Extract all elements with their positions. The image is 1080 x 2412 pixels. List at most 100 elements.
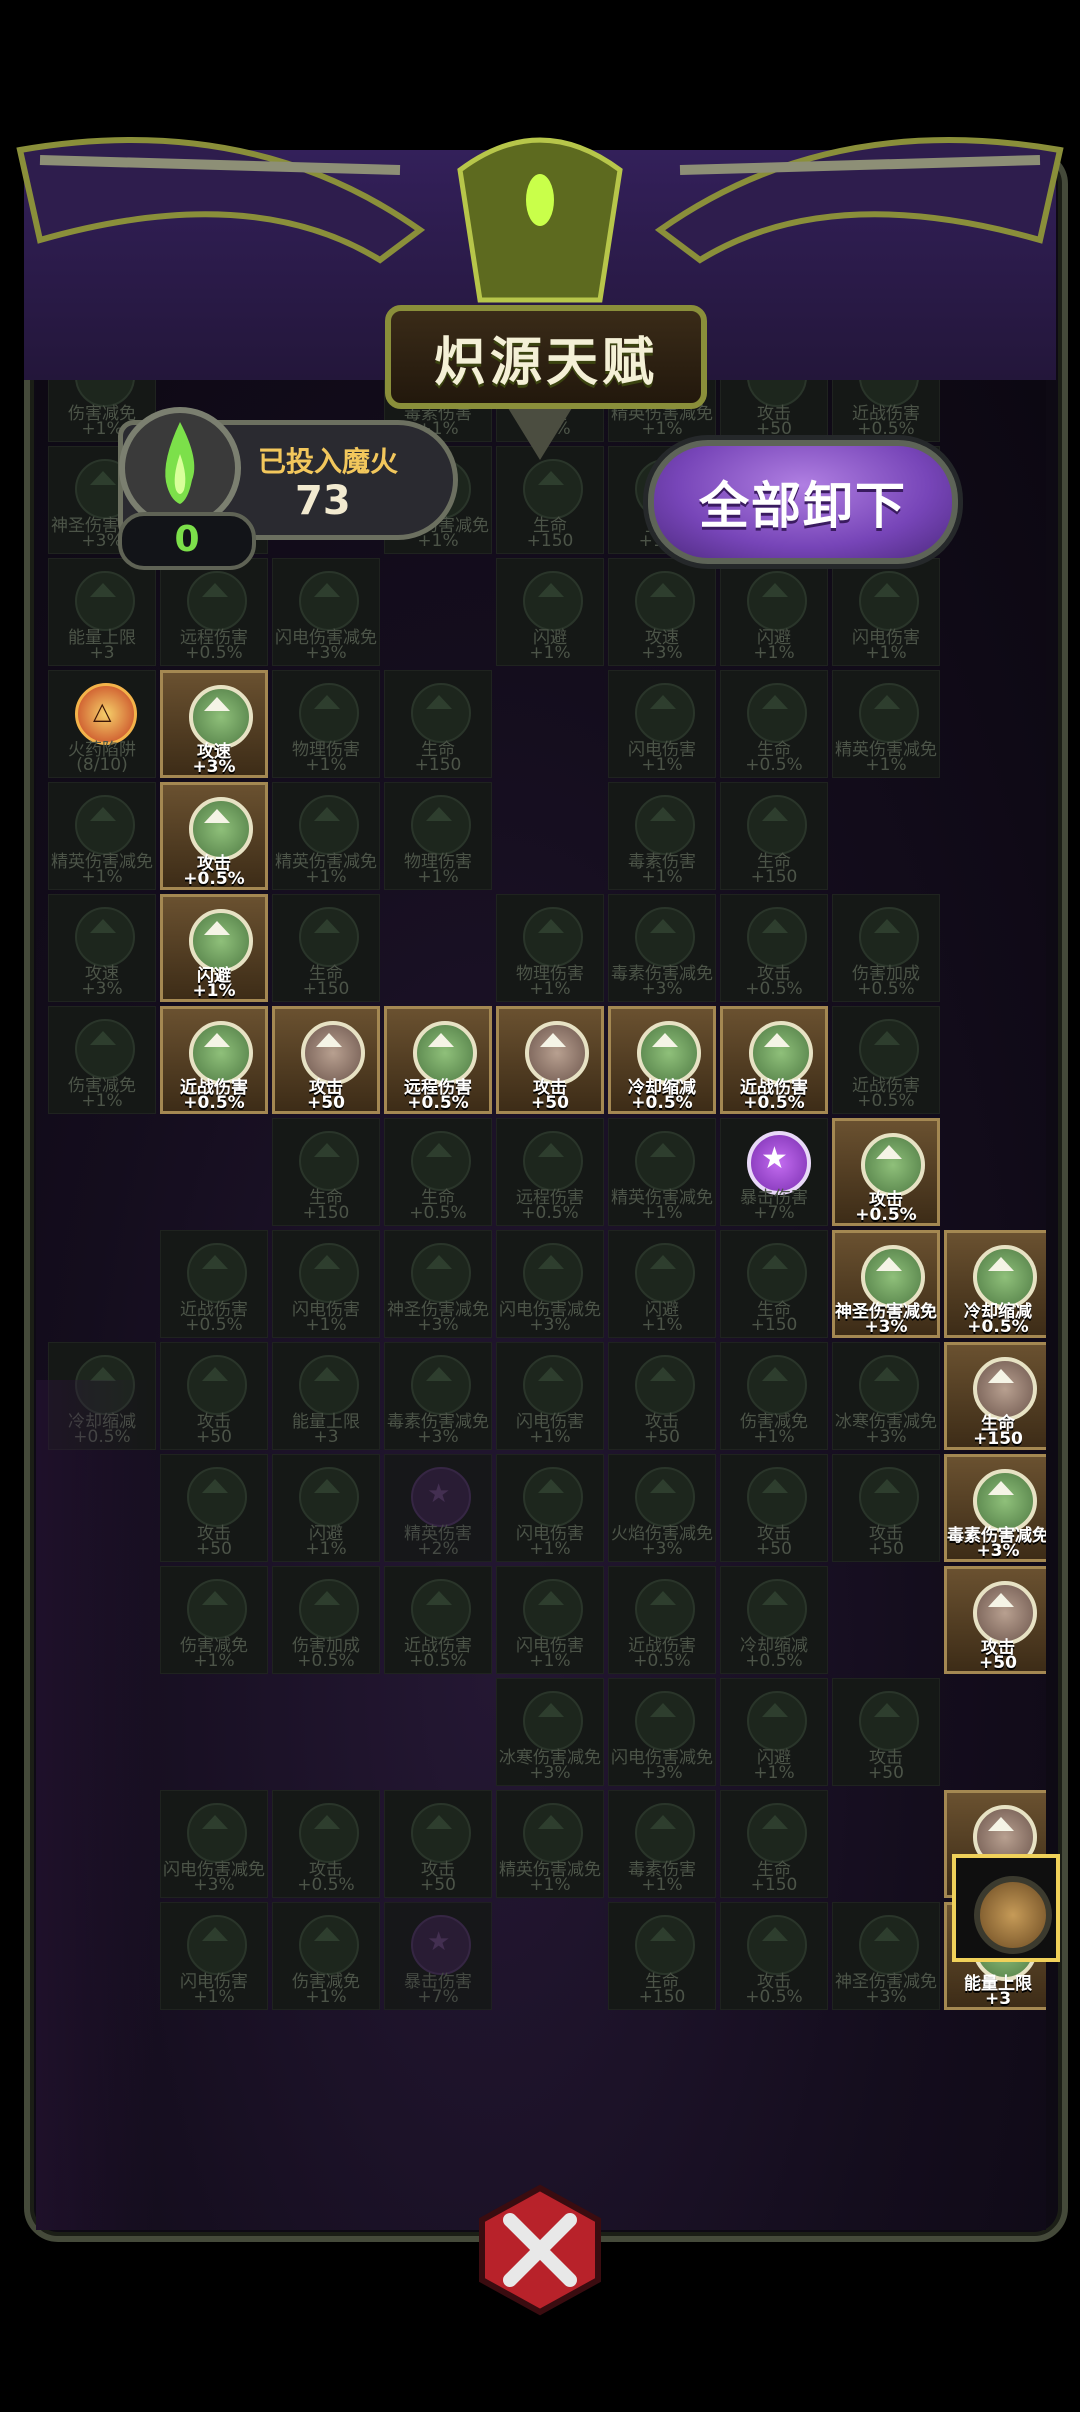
talent-node[interactable]: 远程伤害 +0.5% <box>160 558 268 666</box>
talent-node[interactable]: 闪避 +1% <box>272 1454 380 1562</box>
talent-node[interactable]: 闪避 +1% <box>496 558 604 666</box>
unequip-all-button[interactable]: 全部卸下 <box>648 440 958 564</box>
talent-node-emblem <box>635 1579 695 1639</box>
talent-node[interactable]: 攻击+50 <box>944 1566 1046 1674</box>
talent-node[interactable]: 攻速+3% <box>160 670 268 778</box>
talent-node[interactable]: 伤害减免+1% <box>48 1006 156 1114</box>
talent-node[interactable]: 攻击+50 <box>832 1678 940 1786</box>
talent-node[interactable]: 攻击 +0.5% <box>160 782 268 890</box>
talent-node[interactable]: 闪电伤害 +1% <box>160 1902 268 2010</box>
talent-node[interactable]: 闪避 +1% <box>720 1678 828 1786</box>
talent-node[interactable]: 闪电伤害 +1% <box>608 670 716 778</box>
talent-node[interactable]: 生命+150 <box>272 1118 380 1226</box>
talent-node[interactable]: 远程伤害 +0.5% <box>384 1006 492 1114</box>
talent-node[interactable]: 闪电伤害 +1% <box>496 1454 604 1562</box>
talent-node[interactable]: 攻击+50 <box>160 1342 268 1450</box>
talent-node[interactable]: 能量上限 +3 <box>48 558 156 666</box>
talent-node[interactable]: 生命+150 <box>496 446 604 554</box>
talent-node[interactable]: 冷却缩减+0.5% <box>608 1006 716 1114</box>
talent-node[interactable]: 闪电伤害减免+3% <box>160 1790 268 1898</box>
talent-node[interactable]: 生命+150 <box>944 1342 1046 1450</box>
talent-node[interactable]: 冰寒伤害减免 +3% <box>832 1342 940 1450</box>
talent-node[interactable]: 攻击 +0.5% <box>720 894 828 1002</box>
talent-node[interactable]: 生命+150 <box>384 670 492 778</box>
talent-node[interactable]: 闪电伤害 +1% <box>272 1230 380 1338</box>
talent-node[interactable]: 伤害减免+1% <box>160 1566 268 1674</box>
talent-node[interactable]: 近战伤害 +0.5% <box>384 1566 492 1674</box>
talent-node[interactable]: 物理伤害+1% <box>496 894 604 1002</box>
talent-node-value: +1% <box>81 1091 123 1111</box>
talent-node[interactable]: 闪电伤害 +1% <box>496 1342 604 1450</box>
talent-node-value: +1% <box>81 867 123 887</box>
close-icon[interactable] <box>470 2180 610 2320</box>
talent-node[interactable]: 毒素伤害 +1% <box>608 782 716 890</box>
talent-node[interactable]: 攻速+3% <box>48 894 156 1002</box>
talent-node[interactable]: 远程伤害 +0.5% <box>496 1118 604 1226</box>
talent-node-emblem <box>299 683 359 743</box>
talent-node[interactable]: 闪电伤害减免+3% <box>496 1230 604 1338</box>
talent-node[interactable]: 生命 +0.5% <box>720 670 828 778</box>
talent-node[interactable]: 攻击+50 <box>496 1006 604 1114</box>
talent-node[interactable]: 火焰伤害减免 +3% <box>608 1454 716 1562</box>
talent-node[interactable]: 闪电伤害减免+3% <box>608 1678 716 1786</box>
talent-node[interactable]: 伤害加成 +0.5% <box>272 1566 380 1674</box>
talent-node[interactable]: △ 火药陷阱 (8/10) <box>48 670 156 778</box>
talent-node[interactable]: 闪电伤害 +1% <box>496 1566 604 1674</box>
upgrade-arrow-icon <box>988 1369 1014 1383</box>
selection-cursor[interactable] <box>952 1854 1060 1962</box>
talent-node[interactable]: 生命 +0.5% <box>384 1118 492 1226</box>
talent-node[interactable]: 攻击 +0.5% <box>272 1790 380 1898</box>
talent-node[interactable]: 精英伤害减免 +1% <box>496 1790 604 1898</box>
talent-node[interactable]: ★ 暴击伤害 +7% <box>384 1902 492 2010</box>
talent-node[interactable]: 生命+150 <box>608 1902 716 2010</box>
talent-node[interactable]: 闪电伤害减免+3% <box>272 558 380 666</box>
talent-node[interactable]: 攻击 +0.5% <box>832 1118 940 1226</box>
talent-node[interactable]: 闪避 +1% <box>720 558 828 666</box>
talent-node[interactable]: 闪避 +1% <box>160 894 268 1002</box>
talent-node[interactable]: 物理伤害+1% <box>272 670 380 778</box>
talent-node[interactable]: 生命+150 <box>720 1790 828 1898</box>
talent-node[interactable]: 近战伤害 +0.5% <box>832 1006 940 1114</box>
talent-node[interactable]: 精英伤害减免 +1% <box>608 1118 716 1226</box>
talent-node[interactable]: 精英伤害减免 +1% <box>48 782 156 890</box>
talent-node[interactable]: 近战伤害 +0.5% <box>608 1566 716 1674</box>
talent-node[interactable]: 神圣伤害减免 +3% <box>832 1902 940 2010</box>
talent-node[interactable]: 能量上限 +3 <box>272 1342 380 1450</box>
talent-node[interactable]: 神圣伤害减免 +3% <box>384 1230 492 1338</box>
talent-node[interactable]: 冷却缩减+0.5% <box>720 1566 828 1674</box>
talent-node[interactable]: 毒素伤害减免 +3% <box>384 1342 492 1450</box>
talent-node[interactable]: ★ 精英伤害 +2% <box>384 1454 492 1562</box>
talent-grid[interactable]: 伤害减免+1%毒素伤害+1%攻速+3%精英伤害减免+1%攻击+50近战伤害+0.… <box>36 380 1046 2230</box>
talent-node[interactable]: ★ 暴击伤害 +7% <box>720 1118 828 1226</box>
talent-node[interactable]: 生命+150 <box>720 782 828 890</box>
talent-node[interactable]: 攻击 +0.5% <box>720 1902 828 2010</box>
talent-node[interactable]: 伤害减免+1% <box>272 1902 380 2010</box>
talent-node[interactable]: 伤害加成 +0.5% <box>832 894 940 1002</box>
talent-node[interactable]: 攻速+3% <box>608 558 716 666</box>
talent-node[interactable]: 毒素伤害减免 +3% <box>608 894 716 1002</box>
talent-node[interactable]: 闪避 +1% <box>608 1230 716 1338</box>
talent-node[interactable]: 近战伤害 +0.5% <box>160 1230 268 1338</box>
talent-node[interactable]: 精英伤害减免 +1% <box>832 670 940 778</box>
talent-node[interactable]: 精英伤害减免 +1% <box>272 782 380 890</box>
talent-node[interactable]: 近战伤害 +0.5% <box>160 1006 268 1114</box>
talent-node[interactable]: 生命+150 <box>272 894 380 1002</box>
talent-node[interactable]: 攻击+50 <box>720 1454 828 1562</box>
talent-node[interactable]: 攻击+50 <box>272 1006 380 1114</box>
talent-node[interactable]: 近战伤害 +0.5% <box>720 1006 828 1114</box>
talent-node[interactable]: 攻击+50 <box>160 1454 268 1562</box>
talent-node[interactable]: 伤害减免+1% <box>720 1342 828 1450</box>
upgrade-arrow-icon <box>204 809 230 823</box>
talent-node[interactable]: 毒素伤害 +1% <box>608 1790 716 1898</box>
talent-node[interactable]: 攻击+50 <box>608 1342 716 1450</box>
talent-node[interactable]: 物理伤害+1% <box>384 782 492 890</box>
talent-node[interactable]: 冷却缩减+0.5% <box>944 1230 1046 1338</box>
talent-node[interactable]: 攻击+50 <box>832 1454 940 1562</box>
talent-node[interactable]: 冰寒伤害减免 +3% <box>496 1678 604 1786</box>
talent-node[interactable]: 攻击+50 <box>384 1790 492 1898</box>
talent-node[interactable]: 生命+150 <box>720 1230 828 1338</box>
upgrade-arrow-icon <box>650 919 676 933</box>
talent-node[interactable]: 闪电伤害 +1% <box>832 558 940 666</box>
talent-node[interactable]: 神圣伤害减免 +3% <box>832 1230 940 1338</box>
talent-node[interactable]: 毒素伤害减免 +3% <box>944 1454 1046 1562</box>
